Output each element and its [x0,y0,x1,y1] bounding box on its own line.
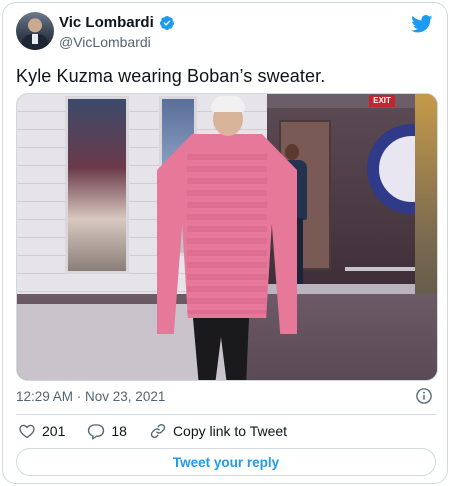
author-avatar[interactable] [16,12,54,50]
reply-button[interactable]: 18 [87,422,127,440]
tweet-your-reply-button[interactable]: Tweet your reply [16,448,436,476]
author-display-name[interactable]: Vic Lombardi [59,14,154,31]
verified-badge-icon [159,15,174,30]
info-icon[interactable] [415,387,433,405]
tweet-media-image[interactable]: EXIT [16,93,438,381]
reply-count: 18 [111,423,127,439]
media-rail [345,267,415,271]
link-icon [150,423,166,439]
like-count: 201 [42,423,66,439]
author-handle[interactable]: @VicLombardi [59,34,151,50]
copy-link-label: Copy link to Tweet [172,423,288,439]
media-exit-sign: EXIT [369,95,395,107]
media-cap [211,96,245,112]
media-poster-left [65,96,129,274]
tweet-actions: 201 18 Copy link to Tweet [18,420,309,442]
tweet-text: Kyle Kuzma wearing Boban’s sweater. [16,66,326,86]
background-person-head [285,144,299,160]
tweet-timestamp[interactable]: 12:29 AM · Nov 23, 2021 [16,389,165,404]
twitter-bird-icon[interactable] [411,15,433,33]
tweet-card: Vic Lombardi @VicLombardi Kyle Kuzma wea… [2,2,448,484]
author-name-row: Vic Lombardi [59,14,175,31]
reply-bubble-icon [88,424,105,440]
heart-icon [19,424,35,439]
copy-link-button[interactable]: Copy link to Tweet [149,422,287,440]
divider [16,414,436,415]
media-sweater-texture [187,154,267,314]
like-button[interactable]: 201 [18,422,65,440]
avatar-shirt [32,34,38,44]
